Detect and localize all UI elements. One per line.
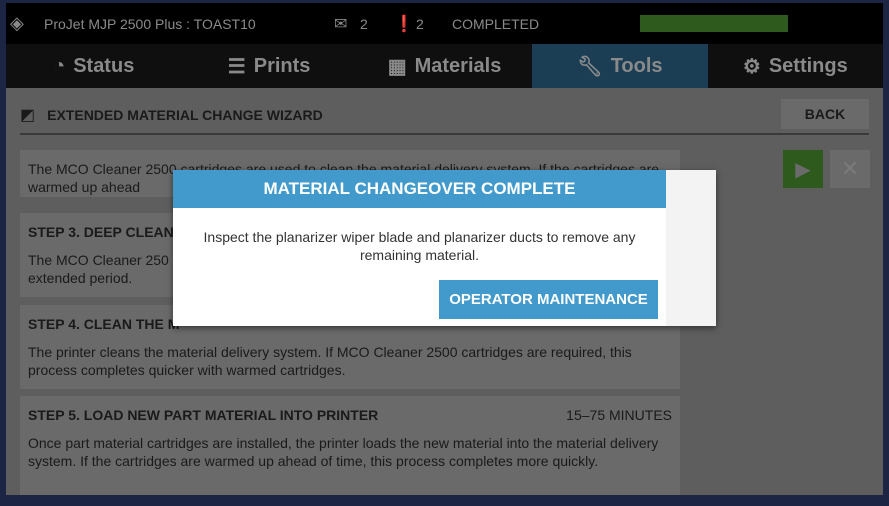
tab-label: Materials [414, 54, 502, 77]
3d-systems-logo-icon: ◈ [10, 13, 24, 33]
step-text: Once part material cartridges are instal… [28, 435, 659, 469]
step-text: The printer cleans the material delivery… [28, 344, 632, 378]
step-text: The MCO Cleaner 250 extended period. [28, 252, 169, 286]
cancel-button[interactable]: ✕ [830, 150, 870, 188]
tab-tools[interactable]: 🔧︎ Tools [532, 44, 708, 88]
alert-icon[interactable]: ❗ [394, 14, 414, 34]
tab-materials[interactable]: ▦ Materials [357, 44, 532, 88]
page-title: EXTENDED MATERIAL CHANGE WIZARD [47, 107, 323, 123]
main-tabs: ◔ Status ☰ Prints ▦ Materials 🔧︎ Tools ⚙ Sett… [6, 44, 883, 88]
message-count: 2 [360, 16, 368, 32]
clock-icon: ◔ [53, 54, 66, 77]
progress-bar [640, 15, 788, 32]
printer-name: ProJet MJP 2500 Plus : TOAST10 [44, 16, 256, 32]
operator-maintenance-button[interactable]: OPERATOR MAINTENANCE [439, 280, 658, 319]
alert-count: 2 [416, 16, 424, 32]
play-icon: ▶ [795, 158, 811, 181]
dialog-message: Inspect the planarizer wiper blade and p… [203, 229, 636, 263]
tab-settings[interactable]: ⚙ Settings [708, 44, 883, 88]
top-bar: ◈ ProJet MJP 2500 Plus : TOAST10 ✉ 2 ❗ 2… [6, 3, 883, 44]
step-title: STEP 5. LOAD NEW PART MATERIAL INTO PRIN… [28, 407, 379, 423]
gear-icon: ⚙ [742, 55, 761, 78]
close-icon: ✕ [840, 156, 860, 181]
tab-label: Settings [768, 54, 848, 77]
tab-label: Status [73, 54, 135, 77]
step-title: STEP 4. CLEAN THE M [28, 316, 180, 332]
tab-label: Prints [253, 54, 311, 77]
envelope-icon[interactable]: ✉ [334, 14, 347, 34]
list-icon: ☰ [227, 55, 246, 78]
back-button[interactable]: BACK [781, 99, 869, 129]
printer-status: COMPLETED [452, 16, 540, 32]
changeover-dialog: MATERIAL CHANGEOVER COMPLETE Inspect the… [173, 170, 716, 326]
wizard-header: ◩ EXTENDED MATERIAL CHANGE WIZARD BACK [20, 97, 869, 135]
wizard-icon: ◩ [20, 107, 36, 124]
tab-label: Tools [610, 54, 663, 77]
wrench-icon: 🔧︎ [577, 55, 603, 78]
tab-prints[interactable]: ☰ Prints [181, 44, 356, 88]
play-button[interactable]: ▶ [783, 150, 823, 188]
dialog-title: MATERIAL CHANGEOVER COMPLETE [173, 170, 666, 208]
checker-icon: ▦ [387, 55, 407, 78]
tab-status[interactable]: ◔ Status [6, 44, 181, 88]
step-time: 15–75 MINUTES [566, 407, 672, 423]
step-card: STEP 5. LOAD NEW PART MATERIAL INTO PRIN… [20, 396, 680, 495]
step-title: STEP 3. DEEP CLEAN [28, 224, 174, 240]
